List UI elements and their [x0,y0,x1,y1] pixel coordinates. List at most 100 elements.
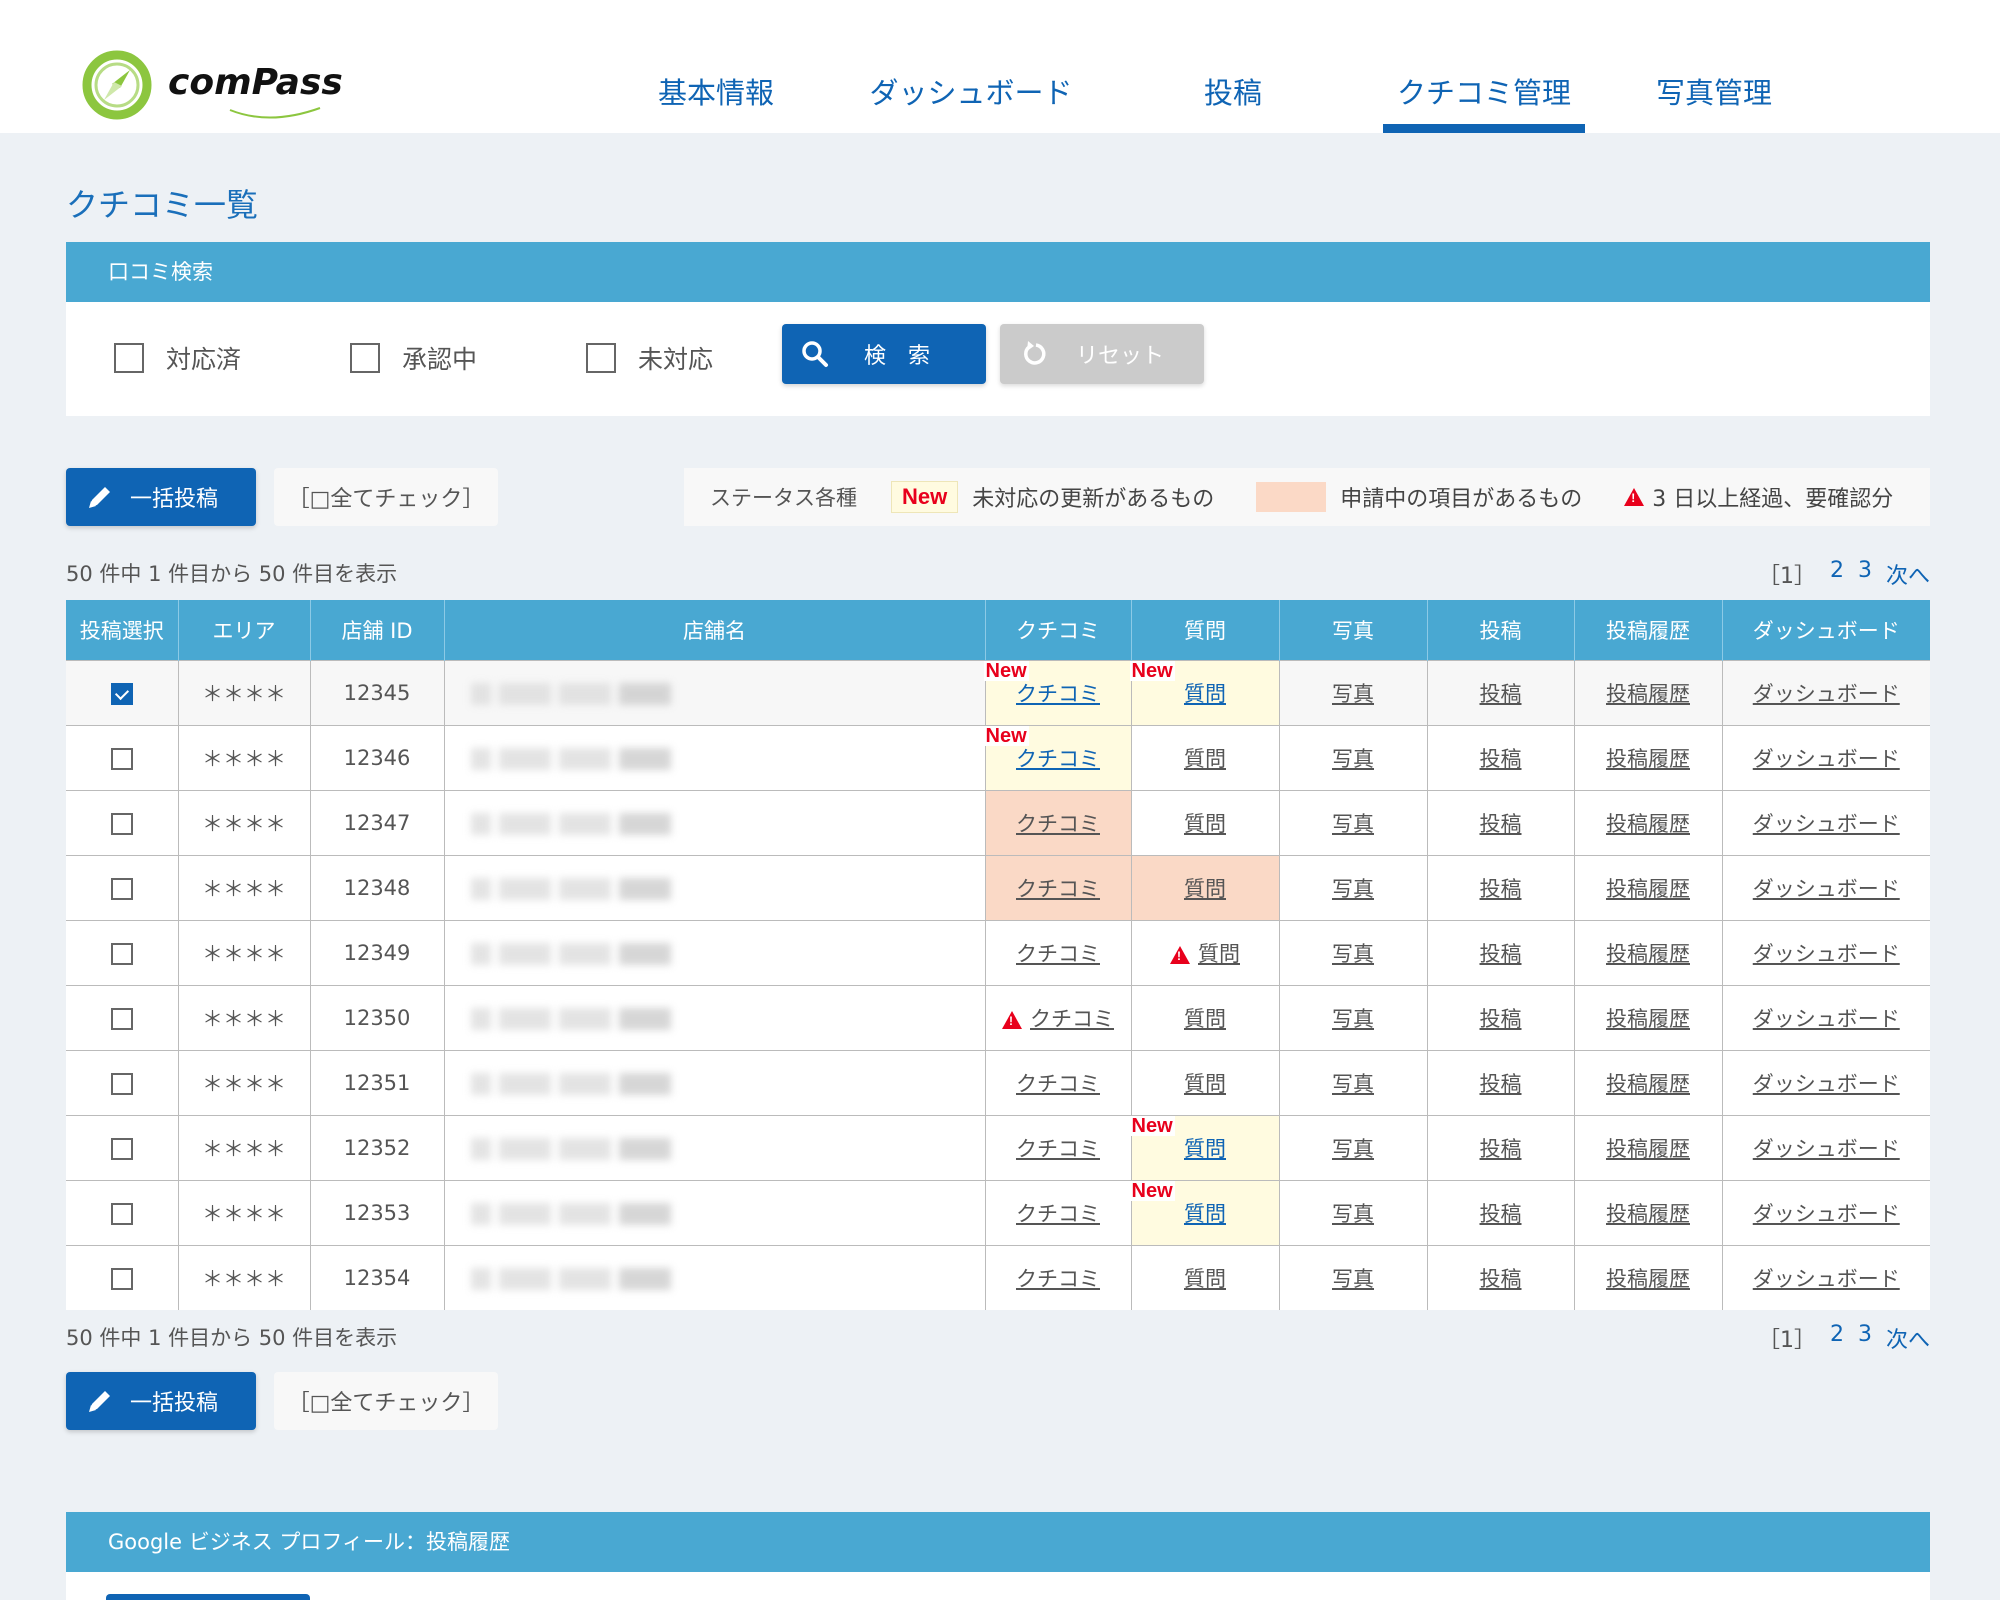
nav-posts[interactable]: 投稿 [1198,70,1268,133]
photo-link[interactable]: 写真 [1332,1202,1374,1226]
photo-link[interactable]: 写真 [1332,812,1374,836]
post-history-link[interactable]: 投稿履歴 [1606,812,1690,836]
dashboard-link[interactable]: ダッシュボード [1753,877,1900,901]
filter-unhandled[interactable]: 未対応 [586,340,713,376]
review-link[interactable]: クチコミ [1016,812,1100,836]
reset-button[interactable]: リセット [1000,324,1204,384]
dashboard-link[interactable]: ダッシュボード [1753,1202,1900,1226]
question-link[interactable]: 質問 [1184,1072,1226,1096]
dashboard-link[interactable]: ダッシュボード [1753,1267,1900,1291]
review-link[interactable]: クチコミ [1016,1267,1100,1291]
pager-page-3[interactable]: 3 [1858,558,1872,590]
question-link[interactable]: 質問 [1184,1267,1226,1291]
question-link[interactable]: 質問 [1184,1137,1226,1161]
dashboard-link[interactable]: ダッシュボード [1753,942,1900,966]
photo-link[interactable]: 写真 [1332,877,1374,901]
filter-approving-checkbox[interactable] [350,343,380,373]
question-link[interactable]: 質問 [1198,942,1240,966]
filter-unhandled-checkbox[interactable] [586,343,616,373]
filter-approving-label: 承認中 [402,345,478,374]
nav-photo-management[interactable]: 写真管理 [1652,70,1776,133]
row-select-checkbox[interactable] [110,747,133,770]
dashboard-link[interactable]: ダッシュボード [1753,1137,1900,1161]
check-all-button-bottom[interactable]: ［□全てチェック］ [274,1372,498,1430]
post-history-link[interactable]: 投稿履歴 [1606,747,1690,771]
bulk-post-button-top[interactable]: 一括投稿 [66,468,256,526]
post-history-link[interactable]: 投稿履歴 [1606,1267,1690,1291]
post-link[interactable]: 投稿 [1480,877,1522,901]
select-cell [66,854,178,920]
post-history-link[interactable]: 投稿履歴 [1606,1137,1690,1161]
row-select-checkbox[interactable] [110,1202,133,1225]
check-all-button-top[interactable]: ［□全てチェック］ [274,468,498,526]
dashboard-link[interactable]: ダッシュボード [1753,1072,1900,1096]
review-cell: クチコミ [984,1114,1131,1180]
question-link[interactable]: 質問 [1184,682,1226,706]
photo-link[interactable]: 写真 [1332,942,1374,966]
photo-link[interactable]: 写真 [1332,1267,1374,1291]
pager-next[interactable]: 次へ [1886,558,1930,590]
row-select-checkbox[interactable] [110,877,133,900]
post-link[interactable]: 投稿 [1480,1202,1522,1226]
post-history-link[interactable]: 投稿履歴 [1606,1072,1690,1096]
filter-approving[interactable]: 承認中 [350,340,477,376]
post-link[interactable]: 投稿 [1480,942,1522,966]
dashboard-link[interactable]: ダッシュボード [1753,747,1900,771]
post-history-link[interactable]: 投稿履歴 [1606,1202,1690,1226]
post-link[interactable]: 投稿 [1480,1267,1522,1291]
review-link[interactable]: クチコミ [1016,747,1100,771]
post-link[interactable]: 投稿 [1480,747,1522,771]
review-link[interactable]: クチコミ [1030,1007,1114,1031]
bulk-post-button-bottom[interactable]: 一括投稿 [66,1372,256,1430]
question-cell: 質問 [1130,984,1279,1050]
review-link[interactable]: クチコミ [1016,1072,1100,1096]
dashboard-link[interactable]: ダッシュボード [1753,682,1900,706]
search-button[interactable]: 検 索 [782,324,986,384]
question-link[interactable]: 質問 [1184,812,1226,836]
review-link[interactable]: クチコミ [1016,682,1100,706]
review-link[interactable]: クチコミ [1016,1137,1100,1161]
photo-link[interactable]: 写真 [1332,1137,1374,1161]
post-link[interactable]: 投稿 [1480,682,1522,706]
pager-next[interactable]: 次へ [1886,1322,1930,1354]
post-history-button[interactable] [106,1594,310,1600]
nav-review-management[interactable]: クチコミ管理 [1383,70,1585,133]
post-link[interactable]: 投稿 [1480,1072,1522,1096]
nav-dashboard[interactable]: ダッシュボード [866,70,1076,133]
post-history-link[interactable]: 投稿履歴 [1606,942,1690,966]
row-select-checkbox[interactable] [110,1137,133,1160]
dashboard-link[interactable]: ダッシュボード [1753,1007,1900,1031]
post-history-link[interactable]: 投稿履歴 [1606,682,1690,706]
question-link[interactable]: 質問 [1184,747,1226,771]
row-select-checkbox[interactable] [110,942,133,965]
row-select-checkbox[interactable] [110,682,133,705]
row-select-checkbox[interactable] [110,1072,133,1095]
nav-basic-info[interactable]: 基本情報 [654,70,778,133]
review-link[interactable]: クチコミ [1016,1202,1100,1226]
filter-done-checkbox[interactable] [114,343,144,373]
pager-page-3[interactable]: 3 [1858,1322,1872,1354]
post-history-link[interactable]: 投稿履歴 [1606,877,1690,901]
post-history-link[interactable]: 投稿履歴 [1606,1007,1690,1031]
pager-page-2[interactable]: 2 [1830,558,1844,590]
row-select-checkbox[interactable] [110,812,133,835]
post-link[interactable]: 投稿 [1480,1137,1522,1161]
post-link[interactable]: 投稿 [1480,812,1522,836]
dashboard-link[interactable]: ダッシュボード [1753,812,1900,836]
photo-link[interactable]: 写真 [1332,1072,1374,1096]
filter-done[interactable]: 対応済 [114,340,241,376]
review-link[interactable]: クチコミ [1016,877,1100,901]
photo-link[interactable]: 写真 [1332,747,1374,771]
pager-page-2[interactable]: 2 [1830,1322,1844,1354]
photo-link[interactable]: 写真 [1332,1007,1374,1031]
row-select-checkbox[interactable] [110,1007,133,1030]
row-select-checkbox[interactable] [110,1267,133,1290]
photo-link[interactable]: 写真 [1332,682,1374,706]
question-link[interactable]: 質問 [1184,877,1226,901]
compass-logo[interactable]: comPass [80,48,380,122]
question-cell: 質問 [1130,1049,1279,1115]
question-link[interactable]: 質問 [1184,1202,1226,1226]
question-link[interactable]: 質問 [1184,1007,1226,1031]
post-link[interactable]: 投稿 [1480,1007,1522,1031]
review-link[interactable]: クチコミ [1016,942,1100,966]
